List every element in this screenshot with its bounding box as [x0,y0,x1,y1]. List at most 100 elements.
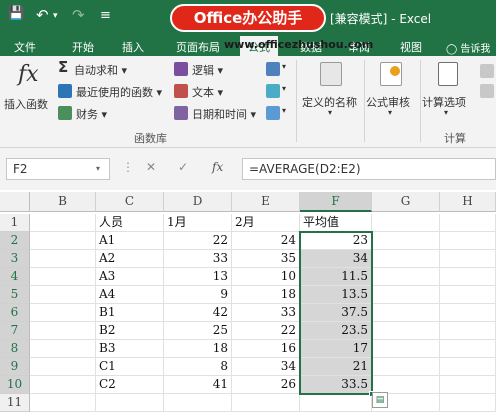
row-header-10[interactable]: 10 [0,376,30,394]
cell-h8[interactable] [440,340,496,358]
cell-b5[interactable] [30,286,96,304]
cell-f9[interactable]: 21 [300,358,372,376]
cell-g8[interactable] [372,340,440,358]
cell-c2[interactable]: A1 [96,232,164,250]
cell-h6[interactable] [440,304,496,322]
cell-f4[interactable]: 11.5 [300,268,372,286]
row-header-11[interactable]: 11 [0,394,30,412]
cell-e5[interactable]: 18 [232,286,300,304]
cell-d3[interactable]: 33 [164,250,232,268]
column-header-c[interactable]: C [96,192,164,212]
cell-e11[interactable] [232,394,300,412]
cell-e4[interactable]: 10 [232,268,300,286]
cell-d5[interactable]: 9 [164,286,232,304]
cell-c5[interactable]: A4 [96,286,164,304]
cell-h3[interactable] [440,250,496,268]
column-header-g[interactable]: G [372,192,440,212]
cell-g6[interactable] [372,304,440,322]
cell-d1[interactable]: 1月 [164,214,232,232]
cell-h4[interactable] [440,268,496,286]
quick-analysis-icon[interactable]: ▤ [372,392,388,408]
row-header-3[interactable]: 3 [0,250,30,268]
cell-f5[interactable]: 13.5 [300,286,372,304]
customize-qat-icon[interactable]: ≡ [100,8,111,23]
tab-insert[interactable]: 插入 [122,39,144,55]
cell-g5[interactable] [372,286,440,304]
cell-d10[interactable]: 41 [164,376,232,394]
tab-page-layout[interactable]: 页面布局 [176,39,220,55]
name-box[interactable]: F2 [6,158,110,180]
cell-f6[interactable]: 37.5 [300,304,372,322]
column-header-f[interactable]: F [300,192,372,212]
row-header-9[interactable]: 9 [0,358,30,376]
cell-h2[interactable] [440,232,496,250]
column-header-d[interactable]: D [164,192,232,212]
cell-f2[interactable]: 23 [300,232,372,250]
tab-file[interactable]: 文件 [14,39,36,55]
cell-f3[interactable]: 34 [300,250,372,268]
cell-d6[interactable]: 42 [164,304,232,322]
tell-me-search[interactable]: ◯ 告诉我 [446,40,490,55]
cell-f10[interactable]: 33.5 [300,376,372,394]
cell-g9[interactable] [372,358,440,376]
cell-e10[interactable]: 26 [232,376,300,394]
cell-e6[interactable]: 33 [232,304,300,322]
insert-function-icon[interactable]: fx [212,160,223,174]
row-header-4[interactable]: 4 [0,268,30,286]
column-header-b[interactable]: B [30,192,96,212]
cell-b9[interactable] [30,358,96,376]
drag-handle-icon[interactable]: ⋮ [122,160,134,174]
cell-g7[interactable] [372,322,440,340]
cell-h5[interactable] [440,286,496,304]
cell-c10[interactable]: C2 [96,376,164,394]
column-header-e[interactable]: E [232,192,300,212]
cell-c9[interactable]: C1 [96,358,164,376]
cell-h9[interactable] [440,358,496,376]
formula-auditing-button[interactable]: 公式审核 ▾ [366,60,418,120]
cell-g1[interactable] [372,214,440,232]
cell-f8[interactable]: 17 [300,340,372,358]
cell-d7[interactable]: 25 [164,322,232,340]
cell-g2[interactable] [372,232,440,250]
enter-icon[interactable]: ✓ [178,160,188,174]
undo-dropdown-icon[interactable]: ▾ [53,11,58,21]
cell-b7[interactable] [30,322,96,340]
cell-c3[interactable]: A2 [96,250,164,268]
select-all-corner[interactable] [0,192,30,212]
formula-input[interactable]: =AVERAGE(D2:E2) [242,158,496,180]
cell-c11[interactable] [96,394,164,412]
worksheet-grid[interactable]: BCDEFGH 1 2 3 4 5 6 7 8 9 10 11 人员 1月 2月 平均值 A1 22 24 23 A… [0,190,496,416]
cell-e2[interactable]: 24 [232,232,300,250]
undo-icon[interactable]: ↶ [36,6,49,24]
insert-function-button[interactable]: fx 插入函数 [4,60,54,120]
calculation-options-button[interactable]: 计算选项 ▾ [422,60,476,120]
cell-c1[interactable]: 人员 [96,214,164,232]
cell-d8[interactable]: 18 [164,340,232,358]
tab-view[interactable]: 视图 [400,39,422,55]
save-icon[interactable]: 💾 [8,6,24,21]
row-header-6[interactable]: 6 [0,304,30,322]
row-header-8[interactable]: 8 [0,340,30,358]
cell-f7[interactable]: 23.5 [300,322,372,340]
cell-b10[interactable] [30,376,96,394]
cell-e3[interactable]: 35 [232,250,300,268]
cell-d4[interactable]: 13 [164,268,232,286]
cancel-icon[interactable]: ✕ [146,160,156,174]
cell-g3[interactable] [372,250,440,268]
cell-d11[interactable] [164,394,232,412]
cell-b6[interactable] [30,304,96,322]
cell-d9[interactable]: 8 [164,358,232,376]
row-header-7[interactable]: 7 [0,322,30,340]
cell-c4[interactable]: A3 [96,268,164,286]
cell-e1[interactable]: 2月 [232,214,300,232]
calc-now-button[interactable] [480,64,494,104]
defined-names-button[interactable]: 定义的名称 ▾ [300,60,362,120]
cell-b8[interactable] [30,340,96,358]
name-box-dropdown-icon[interactable]: ▾ [96,164,100,173]
cell-h1[interactable] [440,214,496,232]
cell-b4[interactable] [30,268,96,286]
cell-e8[interactable]: 16 [232,340,300,358]
cell-c6[interactable]: B1 [96,304,164,322]
cell-f1[interactable]: 平均值 [300,214,372,232]
cell-d2[interactable]: 22 [164,232,232,250]
